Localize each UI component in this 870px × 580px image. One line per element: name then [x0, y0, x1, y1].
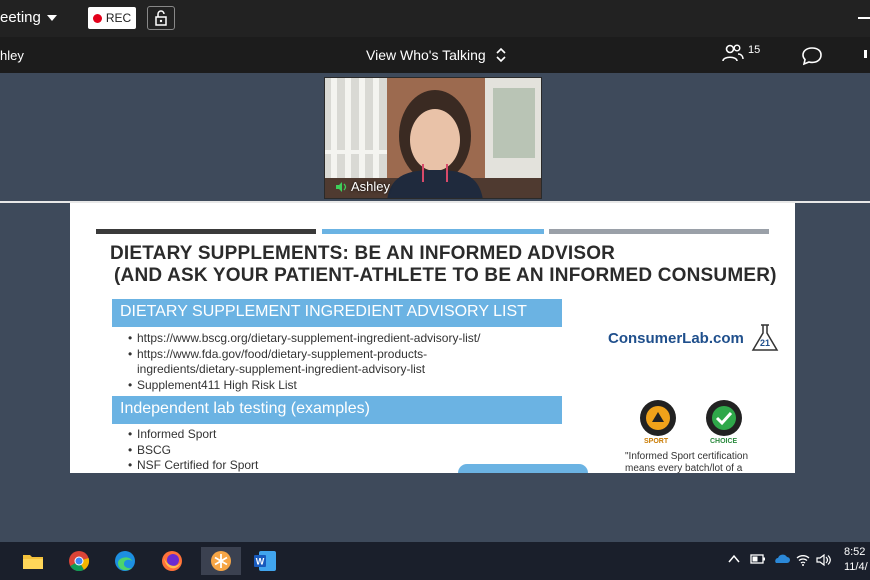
- title-stripe-grey: [549, 229, 769, 234]
- edge-button[interactable]: [110, 547, 140, 575]
- taskbar-clock[interactable]: 8:52 11/4/: [844, 545, 868, 575]
- minimize-icon[interactable]: [858, 17, 870, 19]
- sport-badge-icon: [641, 401, 675, 435]
- list-item: BSCG: [128, 443, 258, 459]
- certification-note-line1: "Informed Sport certification: [625, 451, 749, 462]
- view-who-label: View Who's Talking: [366, 47, 486, 63]
- choice-badge-label: CHOICE: [710, 438, 738, 445]
- up-down-chevron-icon: [496, 47, 506, 63]
- consumerlab-logo: ConsumerLab.com: [608, 330, 744, 347]
- svg-text:W: W: [256, 557, 265, 567]
- speaker-video-tile[interactable]: Ashley: [324, 77, 542, 199]
- years-badge-number: 21: [760, 338, 770, 348]
- folder-icon: [23, 555, 43, 569]
- list-item: https://www.fda.gov/food/dietary-supplem…: [128, 347, 480, 363]
- certification-note: "Informed Sport certification means ever…: [625, 451, 790, 473]
- clock-time: 8:52: [844, 546, 866, 558]
- list-item: Informed Sport: [128, 427, 258, 443]
- edge-icon: [115, 551, 135, 571]
- meeting-menu[interactable]: eeting: [0, 9, 57, 26]
- record-label: REC: [105, 11, 132, 25]
- participant-count: 15: [748, 44, 761, 56]
- firefox-icon: [162, 551, 182, 571]
- word-button[interactable]: W: [250, 547, 280, 575]
- sport-badge-label: SPORT: [644, 438, 669, 445]
- windows-taskbar: W 8:52 11/4/: [0, 542, 870, 580]
- firefox-button[interactable]: [157, 547, 187, 575]
- lock-meeting-button[interactable]: [147, 6, 175, 30]
- meeting-toolbar: hley View Who's Talking 15: [0, 37, 870, 73]
- title-stripe-blue: [322, 229, 544, 234]
- chrome-button[interactable]: [64, 547, 94, 575]
- title-stripe-dark: [96, 229, 316, 234]
- record-dot-icon: [92, 13, 102, 23]
- section-heading-advisory: DIETARY SUPPLEMENT INGREDIENT ADVISORY L…: [112, 299, 562, 327]
- lab-testing-bullet-list: Informed Sport BSCG NSF Certified for Sp…: [128, 427, 258, 473]
- wifi-icon[interactable]: [796, 554, 810, 566]
- list-item: https://www.bscg.org/dietary-supplement-…: [128, 331, 480, 347]
- participants-button[interactable]: 15: [722, 44, 760, 62]
- section-heading-lab-testing: Independent lab testing (examples): [112, 396, 562, 424]
- flask-icon: 21: [751, 324, 779, 351]
- years-badge: 21: [750, 323, 780, 358]
- certification-note-line2: means every batch/lot of a: [625, 463, 743, 473]
- informed-sport-badge: [640, 400, 676, 436]
- active-speaker-name: hley: [0, 48, 24, 63]
- informed-choice-badge: [706, 400, 742, 436]
- slide-subtitle: (AND ASK YOUR PATIENT-ATHLETE TO BE AN I…: [114, 265, 777, 286]
- chrome-icon: [69, 551, 90, 572]
- slide-pill-shape: [458, 464, 588, 473]
- more-panel-icon[interactable]: [864, 50, 870, 58]
- choice-badge-icon: [707, 401, 741, 435]
- unlock-icon: [155, 10, 167, 26]
- advisory-bullet-list: https://www.bscg.org/dietary-supplement-…: [128, 331, 480, 393]
- volume-icon[interactable]: [816, 554, 832, 566]
- record-indicator[interactable]: REC: [88, 7, 136, 29]
- list-item-continuation: ingredients/dietary-supplement-ingredien…: [137, 362, 426, 376]
- clock-date: 11/4/: [844, 561, 868, 573]
- participants-icon: [722, 44, 744, 62]
- speaker-label: Ashley: [351, 179, 391, 194]
- meeting-menu-label: eeting: [0, 9, 41, 26]
- chat-button[interactable]: [801, 46, 823, 71]
- snowflake-app-icon: [211, 551, 231, 571]
- battery-icon[interactable]: [750, 554, 766, 564]
- speaker-audio-icon: [336, 181, 347, 192]
- shared-slide: DIETARY SUPPLEMENTS: BE AN INFORMED ADVI…: [70, 203, 795, 473]
- zoom-app-button[interactable]: [201, 547, 241, 575]
- chat-bubble-icon: [802, 47, 822, 66]
- speaker-name-overlay: Ashley: [335, 179, 390, 194]
- list-item: Supplement411 High Risk List: [128, 378, 480, 394]
- chevron-up-icon[interactable]: [728, 554, 740, 564]
- view-who-talking-selector[interactable]: View Who's Talking: [366, 47, 506, 63]
- onedrive-cloud-icon[interactable]: [772, 554, 790, 564]
- slide-title: DIETARY SUPPLEMENTS: BE AN INFORMED ADVI…: [110, 243, 616, 264]
- chevron-down-icon: [46, 14, 57, 21]
- file-explorer-button[interactable]: [18, 547, 48, 575]
- word-icon: W: [254, 551, 276, 571]
- title-bar: eeting REC: [0, 0, 870, 37]
- list-item: NSF Certified for Sport: [128, 458, 258, 473]
